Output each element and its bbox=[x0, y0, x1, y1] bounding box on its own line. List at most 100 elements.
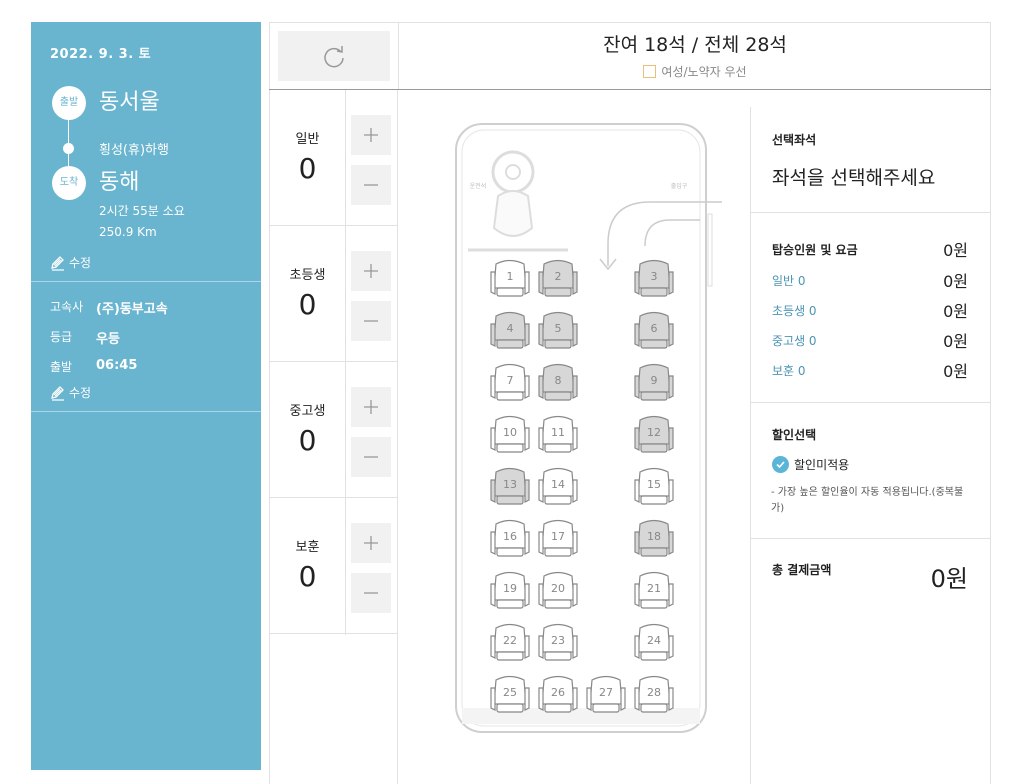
seat-cushion bbox=[496, 495, 524, 505]
seat-number: 8 bbox=[555, 374, 562, 387]
seat[interactable]: 15 bbox=[634, 467, 674, 505]
decrease-button[interactable] bbox=[351, 573, 391, 613]
seat: 2 bbox=[538, 259, 578, 297]
seat[interactable]: 19 bbox=[490, 571, 530, 609]
plus-icon bbox=[364, 128, 378, 142]
total-label: 총 결제금액 bbox=[772, 563, 832, 577]
trip-duration: 2시간 55분 소요 bbox=[99, 204, 185, 218]
priority-swatch bbox=[643, 65, 657, 78]
passenger-count: 0 bbox=[298, 560, 317, 593]
seat-cushion bbox=[496, 651, 524, 661]
seat-number: 16 bbox=[503, 530, 517, 543]
seat[interactable]: 11 bbox=[538, 415, 578, 453]
total-amount: 0원 bbox=[930, 565, 968, 593]
seat[interactable]: 14 bbox=[538, 467, 578, 505]
seat-cushion bbox=[640, 339, 668, 349]
seat: 3 bbox=[634, 259, 674, 297]
decrease-button[interactable] bbox=[351, 437, 391, 477]
seat-number: 18 bbox=[647, 530, 661, 543]
refresh-icon bbox=[324, 46, 344, 68]
seat-cushion bbox=[592, 703, 620, 713]
seat[interactable]: 26 bbox=[538, 675, 578, 713]
seat-cushion bbox=[544, 287, 572, 297]
refresh-button[interactable] bbox=[278, 31, 390, 81]
grade-row: 등급 우등 bbox=[50, 328, 120, 347]
seat-cushion bbox=[544, 391, 572, 401]
priority-legend: 여성/노약자 우선 bbox=[399, 63, 991, 80]
seat[interactable]: 28 bbox=[634, 675, 674, 713]
seat-number: 12 bbox=[647, 426, 661, 439]
sidebar-divider bbox=[31, 281, 261, 282]
counter-divider bbox=[397, 90, 398, 784]
seat[interactable]: 23 bbox=[538, 623, 578, 661]
seat-cushion bbox=[496, 599, 524, 609]
passenger-counter: 보훈 0 bbox=[270, 498, 397, 634]
counter-separator bbox=[270, 633, 397, 634]
grade-key: 등급 bbox=[50, 330, 73, 344]
edit-route-button[interactable]: 수정 bbox=[50, 254, 91, 271]
minus-icon bbox=[364, 456, 378, 458]
seat[interactable]: 25 bbox=[490, 675, 530, 713]
fare-amount: 0원 bbox=[943, 302, 968, 321]
seat: 5 bbox=[538, 311, 578, 349]
trip-distance: 250.9 Km bbox=[99, 225, 157, 239]
decrease-button[interactable] bbox=[351, 165, 391, 205]
seat[interactable]: 20 bbox=[538, 571, 578, 609]
seat[interactable]: 22 bbox=[490, 623, 530, 661]
fare-label: 중고생 0 bbox=[772, 333, 817, 348]
seat[interactable]: 10 bbox=[490, 415, 530, 453]
seat-cushion bbox=[544, 339, 572, 349]
seat-number: 20 bbox=[551, 582, 565, 595]
passenger-counter: 초등생 0 bbox=[270, 226, 397, 362]
minus-icon bbox=[364, 320, 378, 322]
edit-schedule-label: 수정 bbox=[69, 386, 92, 400]
seat: 4 bbox=[490, 311, 530, 349]
arrival-badge: 도착 bbox=[52, 166, 86, 200]
edit-route-label: 수정 bbox=[69, 256, 92, 270]
seat[interactable]: 16 bbox=[490, 519, 530, 557]
seat[interactable]: 17 bbox=[538, 519, 578, 557]
seat[interactable]: 27 bbox=[586, 675, 626, 713]
seat-cushion bbox=[640, 287, 668, 297]
via-dot bbox=[63, 143, 74, 154]
seat: 9 bbox=[634, 363, 674, 401]
passenger-counter: 일반 0 bbox=[270, 90, 397, 226]
increase-button[interactable] bbox=[351, 251, 391, 291]
seat[interactable]: 1 bbox=[490, 259, 530, 297]
depart-time-row: 출발 06:45 bbox=[50, 358, 137, 375]
minus-icon bbox=[364, 184, 378, 186]
decrease-button[interactable] bbox=[351, 301, 391, 341]
fare-amount: 0원 bbox=[943, 332, 968, 351]
edit-schedule-button[interactable]: 수정 bbox=[50, 384, 91, 401]
trip-sidebar: 2022. 9. 3. 토 출발 동서울 횡성(휴)하행 도착 동해 2시간 5… bbox=[31, 22, 261, 770]
seat[interactable]: 24 bbox=[634, 623, 674, 661]
fare-row: 보훈 0 0원 bbox=[772, 358, 968, 382]
seat-number: 9 bbox=[651, 374, 658, 387]
seat-number: 22 bbox=[503, 634, 517, 647]
passenger-type-label: 초등생 bbox=[289, 268, 326, 283]
discount-none-option[interactable]: 할인미적용 bbox=[772, 456, 849, 473]
plus-icon bbox=[364, 400, 378, 414]
minus-icon bbox=[364, 592, 378, 594]
increase-button[interactable] bbox=[351, 115, 391, 155]
departure-badge: 출발 bbox=[52, 86, 86, 120]
seat[interactable]: 21 bbox=[634, 571, 674, 609]
pencil-icon bbox=[51, 255, 64, 271]
fare-amount: 0원 bbox=[943, 362, 968, 381]
seat[interactable]: 7 bbox=[490, 363, 530, 401]
seat-selection-screen: 2022. 9. 3. 토 출발 동서울 횡성(휴)하행 도착 동해 2시간 5… bbox=[0, 0, 1026, 784]
selected-seats-prompt: 좌석을 선택해주세요 bbox=[772, 167, 936, 189]
fare-row: 일반 0 0원 bbox=[772, 268, 968, 292]
seat: 6 bbox=[634, 311, 674, 349]
seat-cushion bbox=[496, 287, 524, 297]
pencil-icon bbox=[51, 385, 64, 401]
seat-cushion bbox=[544, 599, 572, 609]
seat-cushion bbox=[496, 339, 524, 349]
company-row: 고속사 (주)동부고속 bbox=[50, 298, 168, 317]
seat-number: 13 bbox=[503, 478, 517, 491]
increase-button[interactable] bbox=[351, 387, 391, 427]
increase-button[interactable] bbox=[351, 523, 391, 563]
seat-number: 27 bbox=[599, 686, 613, 699]
passenger-type-label: 중고생 bbox=[289, 404, 326, 419]
passenger-counter: 중고생 0 bbox=[270, 362, 397, 498]
